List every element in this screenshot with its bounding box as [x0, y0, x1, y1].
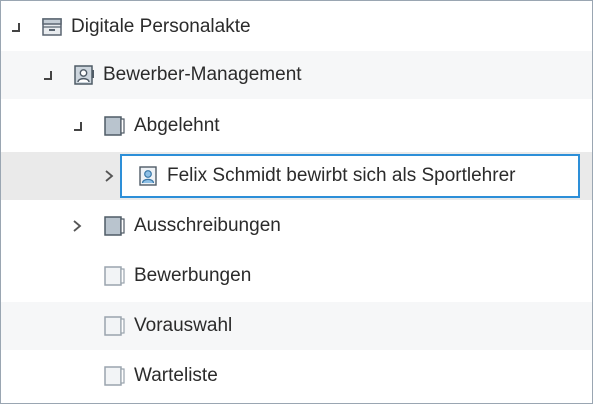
tree-view: Digitale Personalakte Bewerber-Managemen…	[0, 0, 593, 404]
folder-icon	[103, 115, 125, 137]
tree-item-label: Ausschreibungen	[134, 215, 281, 236]
folder-icon	[103, 215, 125, 237]
tree-item-felix-schmidt[interactable]: Felix Schmidt bewirbt sich als Sportlehr…	[1, 152, 592, 200]
tree-item-bewerber-management[interactable]: Bewerber-Management	[1, 51, 592, 99]
tree-item-warteliste[interactable]: Warteliste	[1, 352, 592, 400]
cabinet-icon	[41, 16, 63, 38]
tree-item-label: Warteliste	[134, 365, 218, 386]
tree-item-ausschreibungen[interactable]: Ausschreibungen	[1, 202, 592, 250]
expanded-toggle-icon[interactable]	[37, 65, 57, 85]
empty-folder-icon	[103, 315, 125, 337]
person-folder-icon	[73, 64, 95, 86]
tree-item-bewerbungen[interactable]: Bewerbungen	[1, 252, 592, 300]
tree-item-label: Abgelehnt	[134, 115, 220, 136]
tree-item-abgelehnt[interactable]: Abgelehnt	[1, 102, 592, 150]
person-file-icon	[137, 165, 159, 187]
chevron-right-icon[interactable]	[67, 216, 87, 236]
tree-item-label: Vorauswahl	[134, 315, 233, 336]
tree-item-label: Digitale Personalakte	[71, 16, 251, 37]
tree-item-label: Bewerbungen	[134, 265, 252, 286]
tree-item-vorauswahl[interactable]: Vorauswahl	[1, 302, 592, 350]
chevron-right-icon[interactable]	[99, 166, 119, 186]
tree-item-digitale-personalakte[interactable]: Digitale Personalakte	[1, 3, 592, 51]
expanded-toggle-icon[interactable]	[67, 116, 87, 136]
expanded-toggle-icon[interactable]	[5, 17, 25, 37]
tree-item-label: Felix Schmidt bewirbt sich als Sportlehr…	[167, 165, 516, 186]
empty-folder-icon	[103, 365, 125, 387]
tree-item-label: Bewerber-Management	[103, 64, 302, 85]
empty-folder-icon	[103, 265, 125, 287]
